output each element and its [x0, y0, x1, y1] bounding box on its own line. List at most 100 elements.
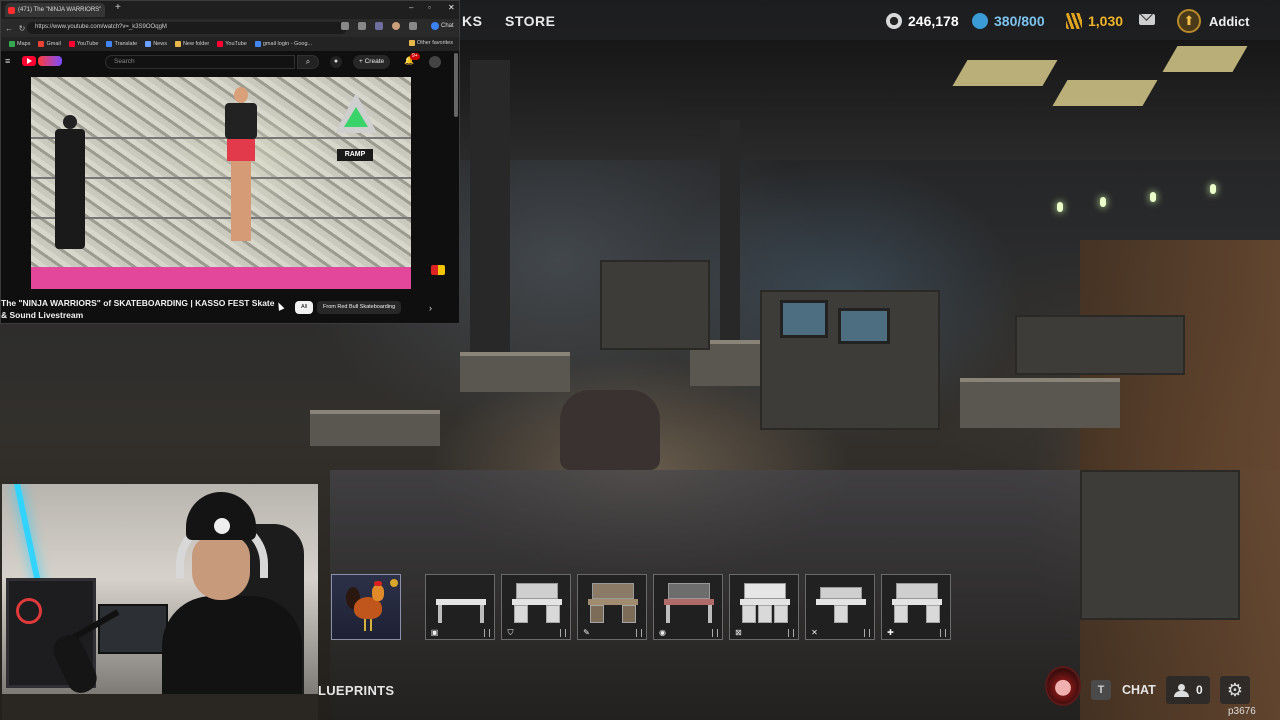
other-favorites[interactable]: Other favorites: [408, 40, 453, 46]
bookmark-label: YouTube: [76, 41, 99, 47]
blueprint-slot[interactable]: ✚: [881, 574, 951, 640]
bookmark-icon: [254, 41, 261, 47]
nav-tab-store[interactable]: STORE: [505, 13, 555, 29]
create-button[interactable]: + Create: [353, 55, 391, 69]
workbench-icon: [814, 581, 868, 625]
more-icon[interactable]: [409, 22, 417, 30]
favorite-icon[interactable]: [341, 22, 349, 30]
bench-leg: [480, 605, 484, 623]
new-tab-icon[interactable]: +: [115, 2, 121, 13]
bookmark-icon: [145, 41, 152, 47]
extensions-icon[interactable]: [375, 22, 383, 30]
token-value: 380/800: [994, 13, 1045, 29]
blueprints-tab[interactable]: LUEPRINTS: [318, 683, 394, 698]
monitor: [838, 308, 890, 344]
bookmark-label: Translate: [114, 41, 138, 47]
browser-tab[interactable]: (471) The "NINJA WARRIORS" ×: [5, 3, 105, 17]
bench-hutch: [668, 583, 710, 599]
page-scrollbar[interactable]: [454, 53, 458, 117]
bookmark[interactable]: Maps: [9, 41, 30, 47]
settings-gear-icon[interactable]: ⚙: [1220, 676, 1250, 704]
new-item-badge: [390, 579, 398, 587]
close-tab-icon[interactable]: ×: [104, 7, 105, 14]
bookmark[interactable]: gmail login - Goog...: [254, 41, 312, 47]
rarity-bars-icon: [864, 629, 870, 637]
chip-all[interactable]: All: [295, 301, 314, 314]
rgb-fan: [16, 598, 42, 624]
video-title[interactable]: The "NINJA WARRIORS" of SKATEBOARDING | …: [1, 297, 275, 321]
nav-tab-partial[interactable]: KS: [462, 13, 482, 29]
red-bull-logo-icon: [431, 265, 445, 275]
bookmark[interactable]: YouTube: [217, 41, 247, 47]
search-icon[interactable]: ⌕: [297, 55, 319, 69]
blueprint-slot[interactable]: ⛉: [501, 574, 571, 640]
profile-icon[interactable]: [392, 22, 400, 30]
bench-hutch: [516, 583, 558, 599]
gold-display[interactable]: 1,030: [1066, 11, 1123, 31]
collections-icon[interactable]: [358, 22, 366, 30]
player-name[interactable]: Addict: [1209, 14, 1249, 29]
bench-top: [436, 599, 486, 605]
blueprint-slot[interactable]: ◉: [653, 574, 723, 640]
mail-icon[interactable]: [1139, 14, 1155, 25]
blueprint-slot[interactable]: ✎: [577, 574, 647, 640]
copilot-chat-button[interactable]: Chat: [431, 22, 454, 30]
head: [63, 115, 77, 129]
bookmark[interactable]: News: [145, 41, 167, 47]
rank-icon[interactable]: ⬆: [1177, 9, 1201, 33]
skateboarder: [221, 87, 261, 257]
pillar: [470, 60, 510, 360]
close-window-icon[interactable]: ✕: [448, 3, 455, 12]
bench-drawer: [622, 605, 636, 623]
maximize-icon[interactable]: ▫: [428, 3, 431, 12]
workbench-icon: [510, 581, 564, 625]
blueprint-slot-rooster[interactable]: [331, 574, 401, 640]
chevron-right-icon[interactable]: ›: [429, 303, 432, 313]
blueprint-slot[interactable]: ⊠: [729, 574, 799, 640]
bench-leg: [708, 605, 712, 623]
youtube-logo-icon[interactable]: [22, 56, 36, 66]
minimize-icon[interactable]: –: [409, 3, 413, 12]
equipment-cabinet: [1015, 315, 1185, 375]
avatar[interactable]: [429, 56, 441, 68]
armchair: [560, 390, 660, 470]
bookmark-label: Maps: [17, 41, 31, 47]
category-icon: ✕: [811, 628, 818, 637]
url-field[interactable]: https://www.youtube.com/watch?v=_k3S9OOq…: [27, 22, 347, 34]
shirt: [225, 103, 257, 139]
token-display[interactable]: 380/800: [972, 11, 1045, 31]
back-icon[interactable]: ←: [5, 24, 13, 33]
bookmark[interactable]: Translate: [106, 41, 137, 47]
bookmark-icon: [106, 41, 113, 47]
workbench-icon: [738, 581, 792, 625]
bench-hutch: [820, 587, 862, 599]
bookmark-folder[interactable]: New folder: [174, 41, 209, 47]
ceiling: [460, 40, 1280, 160]
bench-drawer: [774, 605, 788, 623]
search-input[interactable]: Search: [105, 55, 295, 69]
bookmark[interactable]: YouTube: [68, 41, 99, 47]
microphone-icon[interactable]: ●: [330, 56, 342, 68]
bench-drawer: [926, 605, 940, 623]
party-button[interactable]: 0: [1166, 676, 1210, 704]
token-icon: [972, 13, 988, 29]
channel-brand-logo: [38, 56, 62, 66]
refresh-icon[interactable]: ↻: [18, 24, 26, 33]
cod-points-display[interactable]: 246,178: [886, 11, 959, 31]
blueprint-slot[interactable]: ▣: [425, 574, 495, 640]
bench-hutch: [592, 583, 634, 599]
streamer: [162, 492, 302, 720]
video-player[interactable]: RAMP: [31, 77, 411, 289]
bookmarks-bar: Maps Gmail YouTube Translate News New fo…: [1, 37, 459, 51]
menu-icon[interactable]: ≡: [5, 57, 13, 66]
create-label: Create: [364, 58, 385, 65]
bookmark-icon: [38, 41, 45, 47]
player-emblem-icon[interactable]: [1045, 666, 1081, 706]
folder-icon: [174, 41, 181, 47]
chip-from-channel[interactable]: From Red Bull Skateboarding: [317, 301, 402, 314]
body: [55, 129, 85, 249]
chat-button[interactable]: CHAT: [1122, 683, 1156, 697]
bookmark[interactable]: Gmail: [38, 41, 61, 47]
bookmark-label: News: [153, 41, 167, 47]
blueprint-slot[interactable]: ✕: [805, 574, 875, 640]
